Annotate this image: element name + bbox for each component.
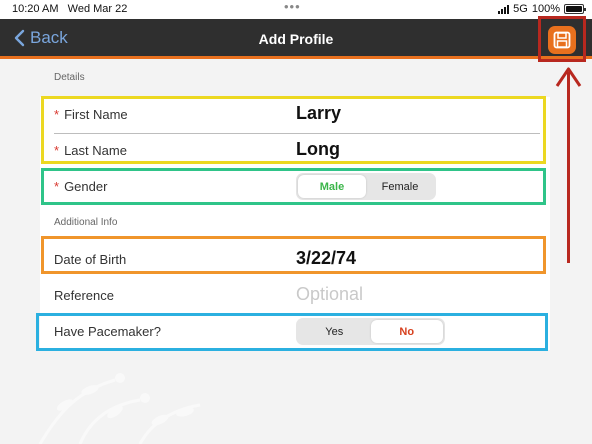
network-label: 5G <box>513 3 528 15</box>
pacemaker-option-yes[interactable]: Yes <box>298 320 371 343</box>
required-marker: * <box>54 179 60 194</box>
last-name-row[interactable]: * Last Name Long <box>40 133 550 169</box>
last-name-field[interactable]: Long <box>296 139 340 160</box>
signal-icon <box>498 4 510 14</box>
battery-label: 100% <box>531 3 560 15</box>
navigation-bar: Back Add Profile <box>0 19 592 59</box>
floral-watermark-icon <box>38 373 201 444</box>
date-of-birth-label: Date of Birth <box>54 252 127 267</box>
required-marker: * <box>54 143 60 158</box>
first-name-label-text: First Name <box>64 107 128 122</box>
status-time: 10:20 AM Wed Mar 22 <box>12 3 128 15</box>
gender-row: * Gender Male Female <box>40 169 550 205</box>
pacemaker-segmented-control[interactable]: Yes No <box>296 318 445 345</box>
page-title: Add Profile <box>258 31 334 47</box>
status-bar: 10:20 AM Wed Mar 22 ••• 5G 100% <box>0 0 592 19</box>
annotation-arrow-shaft <box>567 72 570 263</box>
gender-segmented-control[interactable]: Male Female <box>296 173 436 200</box>
pacemaker-option-no[interactable]: No <box>370 320 443 343</box>
reference-field[interactable]: Optional <box>296 284 363 305</box>
floppy-disk-icon <box>553 31 571 49</box>
date-of-birth-row[interactable]: Date of Birth 3/22/74 <box>40 242 550 278</box>
save-button[interactable] <box>548 26 576 54</box>
multitasking-dots-icon[interactable]: ••• <box>284 0 301 14</box>
gender-option-male[interactable]: Male <box>298 175 366 198</box>
last-name-label-text: Last Name <box>64 143 127 158</box>
section-header-additional-info: Additional Info <box>54 217 118 228</box>
reference-label: Reference <box>54 288 114 303</box>
pacemaker-row: Have Pacemaker? Yes No <box>40 314 550 350</box>
required-marker: * <box>54 107 60 122</box>
pacemaker-label: Have Pacemaker? <box>54 324 161 339</box>
battery-icon <box>564 4 586 14</box>
first-name-row[interactable]: * First Name Larry <box>40 97 550 133</box>
reference-row[interactable]: Reference Optional <box>40 278 550 314</box>
gender-option-female[interactable]: Female <box>366 175 434 198</box>
section-header-details: Details <box>54 72 85 83</box>
arrow-up-icon <box>555 67 582 87</box>
gender-label: * Gender <box>54 179 107 194</box>
first-name-label: * First Name <box>54 107 128 122</box>
first-name-field[interactable]: Larry <box>296 103 341 124</box>
last-name-label: * Last Name <box>54 143 127 158</box>
status-indicators: 5G 100% <box>498 3 586 15</box>
gender-label-text: Gender <box>64 179 108 194</box>
date-of-birth-field[interactable]: 3/22/74 <box>296 248 356 269</box>
